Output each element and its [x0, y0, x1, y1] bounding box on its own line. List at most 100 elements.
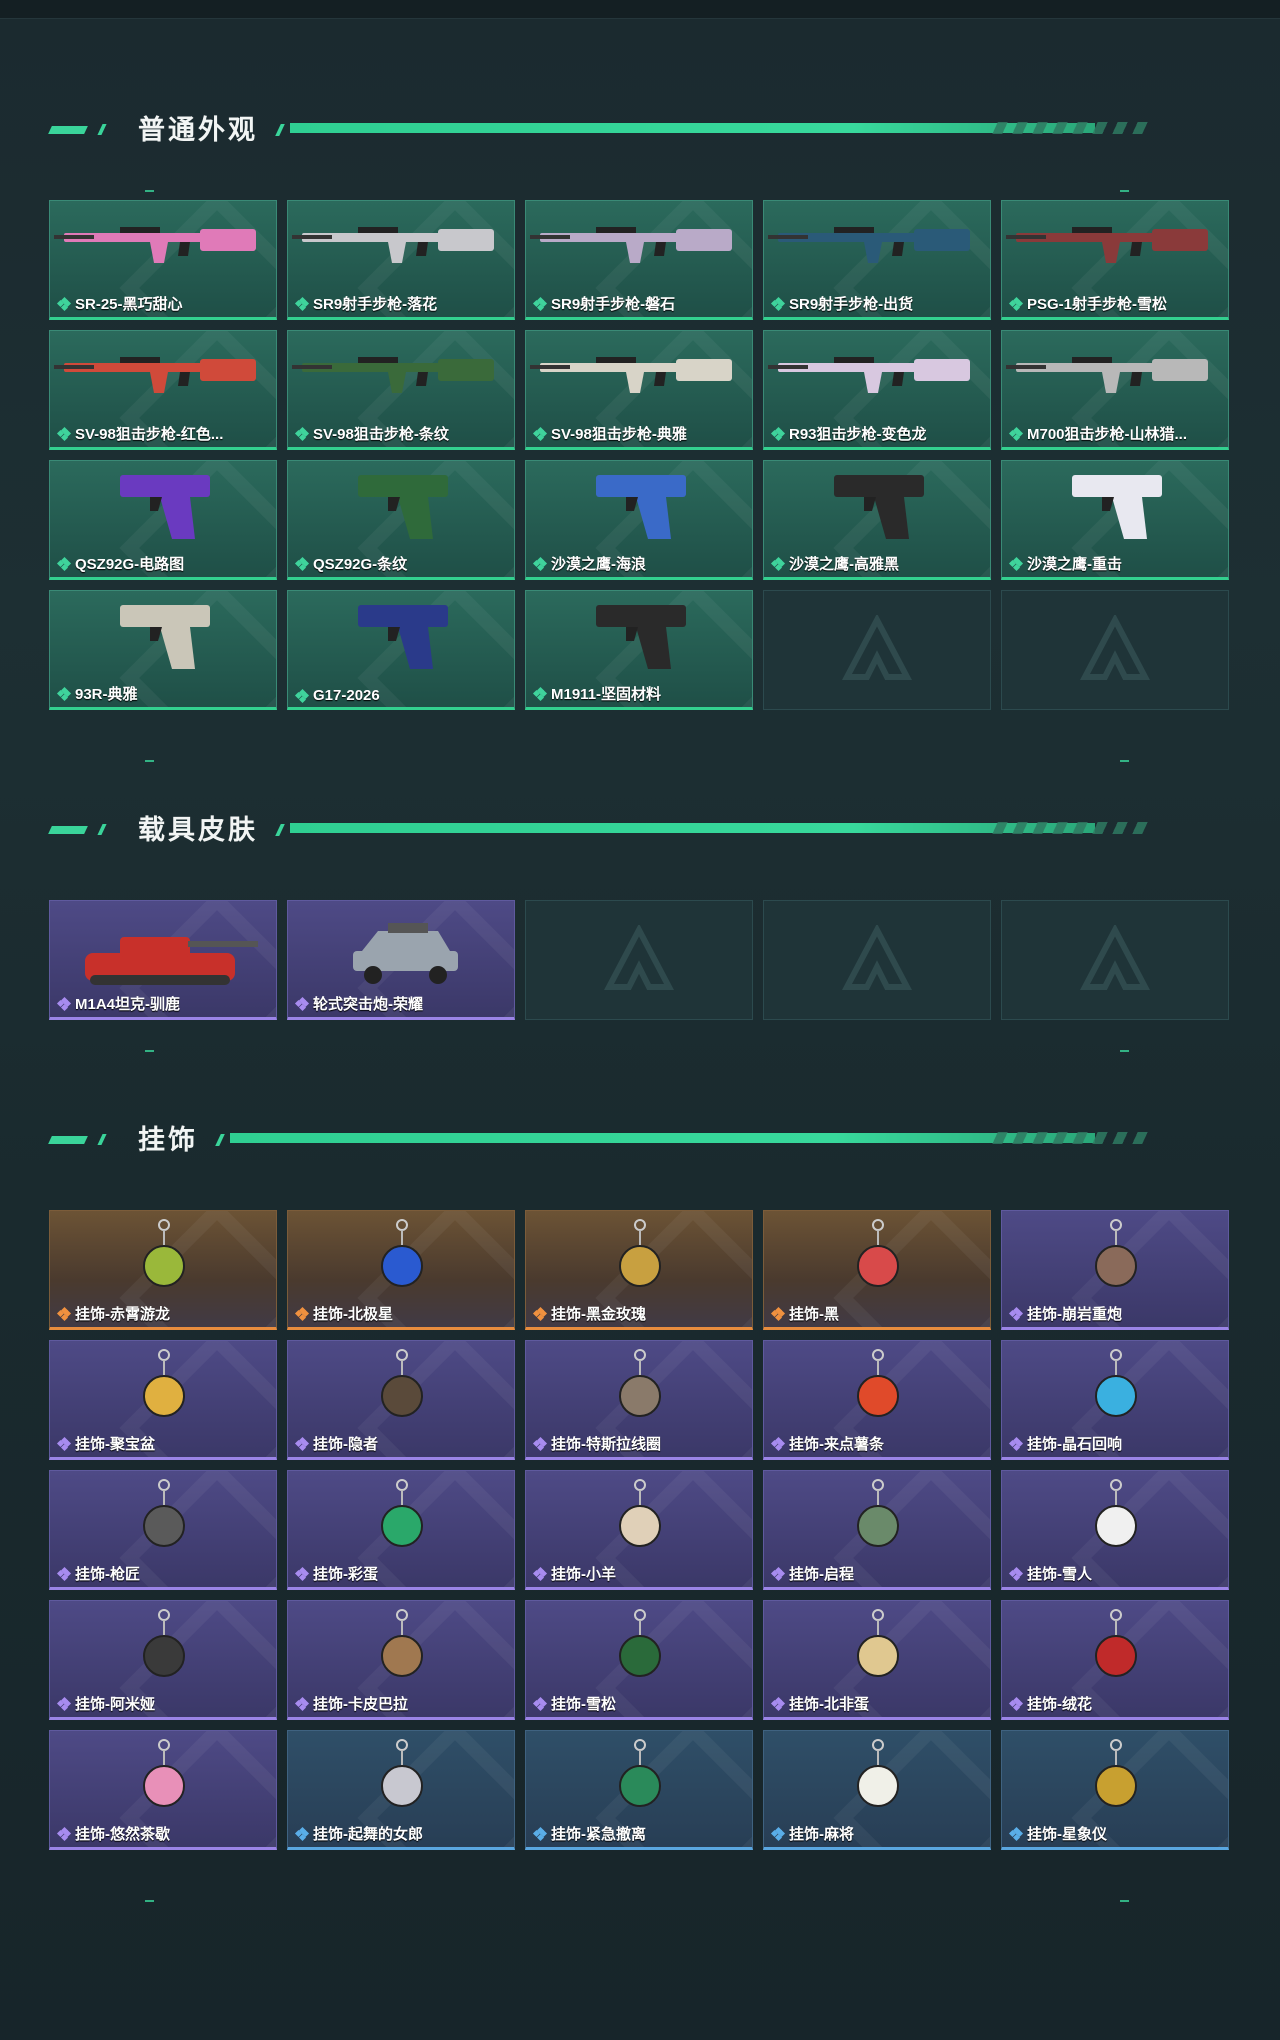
item-card[interactable]: M700狙击步枪-山林猎...: [1001, 330, 1229, 450]
rarity-diamond-icon: [56, 686, 72, 701]
item-card[interactable]: 挂饰-雪人: [1001, 1470, 1229, 1590]
section-header: 载具皮肤: [48, 810, 1200, 850]
rarity-diamond-icon: [532, 1306, 548, 1321]
item-label-row: 挂饰-赤霄游龙: [56, 1303, 170, 1324]
item-card[interactable]: 挂饰-枪匠: [49, 1470, 277, 1590]
item-card[interactable]: 挂饰-绒花: [1001, 1600, 1229, 1720]
item-label-row: SR9射手步枪-落花: [294, 293, 438, 314]
rarity-diamond-icon: [532, 1566, 548, 1581]
item-card[interactable]: M1911-坚固材料: [525, 590, 753, 710]
header-bar: [290, 823, 1095, 833]
rarity-diamond-icon: [532, 426, 548, 441]
item-card[interactable]: QSZ92G-条纹: [287, 460, 515, 580]
item-card[interactable]: 挂饰-黑金玫瑰: [525, 1210, 753, 1330]
item-card[interactable]: G17-2026: [287, 590, 515, 710]
empty-slot: [1001, 590, 1229, 710]
item-card[interactable]: 沙漠之鹰-重击: [1001, 460, 1229, 580]
item-name: SR9射手步枪-落花: [313, 296, 438, 313]
item-label-row: 沙漠之鹰-重击: [1008, 553, 1122, 574]
item-name: 挂饰-彩蛋: [313, 1566, 378, 1583]
item-card[interactable]: 挂饰-阿米娅: [49, 1600, 277, 1720]
header-divider: [215, 1134, 225, 1146]
header-accent: [48, 826, 88, 834]
item-card[interactable]: 挂饰-隐者: [287, 1340, 515, 1460]
item-card[interactable]: 挂饰-启程: [763, 1470, 991, 1590]
item-label-row: 挂饰-绒花: [1008, 1693, 1092, 1714]
item-card[interactable]: SR-25-黑巧甜心: [49, 200, 277, 320]
rarity-diamond-icon: [1008, 1696, 1024, 1711]
item-label-row: 挂饰-雪人: [1008, 1563, 1092, 1584]
item-label-row: 挂饰-聚宝盆: [56, 1433, 155, 1454]
item-card[interactable]: QSZ92G-电路图: [49, 460, 277, 580]
item-card[interactable]: 挂饰-聚宝盆: [49, 1340, 277, 1460]
item-card[interactable]: R93狙击步枪-变色龙: [763, 330, 991, 450]
item-card[interactable]: 挂饰-卡皮巴拉: [287, 1600, 515, 1720]
item-label-row: SV-98狙击步枪-典雅: [532, 423, 687, 444]
top-bar: [0, 0, 1280, 19]
item-label-row: 轮式突击炮-荣耀: [294, 993, 423, 1014]
rarity-diamond-icon: [56, 1566, 72, 1581]
rarity-diamond-icon: [532, 1436, 548, 1451]
item-card[interactable]: 挂饰-黑: [763, 1210, 991, 1330]
item-label-row: G17-2026: [294, 687, 380, 704]
item-card[interactable]: 挂饰-彩蛋: [287, 1470, 515, 1590]
item-name: SV-98狙击步枪-典雅: [551, 426, 687, 443]
item-card[interactable]: 93R-典雅: [49, 590, 277, 710]
item-name: 挂饰-悠然茶歇: [75, 1826, 170, 1843]
item-label-row: 挂饰-彩蛋: [294, 1563, 378, 1584]
item-card[interactable]: 挂饰-紧急撤离: [525, 1730, 753, 1850]
rarity-diamond-icon: [1008, 296, 1024, 311]
item-name: 挂饰-黑金玫瑰: [551, 1306, 646, 1323]
item-card[interactable]: 挂饰-晶石回响: [1001, 1340, 1229, 1460]
item-card[interactable]: SR9射手步枪-落花: [287, 200, 515, 320]
item-card[interactable]: 挂饰-星象仪: [1001, 1730, 1229, 1850]
empty-slot: [525, 900, 753, 1020]
item-card[interactable]: 挂饰-雪松: [525, 1600, 753, 1720]
item-card[interactable]: SV-98狙击步枪-条纹: [287, 330, 515, 450]
item-name: 挂饰-紧急撤离: [551, 1826, 646, 1843]
item-name: SR-25-黑巧甜心: [75, 296, 183, 313]
item-card[interactable]: SV-98狙击步枪-红色...: [49, 330, 277, 450]
item-card[interactable]: 挂饰-麻将: [763, 1730, 991, 1850]
item-name: 挂饰-起舞的女郎: [313, 1826, 423, 1843]
rarity-diamond-icon: [770, 556, 786, 571]
item-name: 挂饰-枪匠: [75, 1566, 140, 1583]
item-name: 挂饰-特斯拉线圈: [551, 1436, 661, 1453]
rarity-diamond-icon: [770, 1566, 786, 1581]
rarity-diamond-icon: [1008, 556, 1024, 571]
item-name: 挂饰-聚宝盆: [75, 1436, 155, 1453]
item-card[interactable]: PSG-1射手步枪-雪松: [1001, 200, 1229, 320]
rarity-diamond-icon: [294, 296, 310, 311]
item-card[interactable]: 挂饰-小羊: [525, 1470, 753, 1590]
item-card[interactable]: 挂饰-起舞的女郎: [287, 1730, 515, 1850]
item-label-row: 挂饰-枪匠: [56, 1563, 140, 1584]
item-name: M1A4坦克-驯鹿: [75, 996, 181, 1013]
item-card[interactable]: 沙漠之鹰-海浪: [525, 460, 753, 580]
item-card[interactable]: SR9射手步枪-磐石: [525, 200, 753, 320]
empty-slot: [1001, 900, 1229, 1020]
item-card[interactable]: M1A4坦克-驯鹿: [49, 900, 277, 1020]
rarity-diamond-icon: [770, 1306, 786, 1321]
item-grid: SR-25-黑巧甜心 SR9射手步枪-落花 SR9射手步枪-磐石 SR9射手步枪…: [49, 200, 1229, 710]
corner-tick: [145, 1900, 154, 1902]
item-label-row: 挂饰-晶石回响: [1008, 1433, 1122, 1454]
item-card[interactable]: 挂饰-悠然茶歇: [49, 1730, 277, 1850]
item-card[interactable]: SR9射手步枪-出货: [763, 200, 991, 320]
item-card[interactable]: 挂饰-北非蛋: [763, 1600, 991, 1720]
item-card[interactable]: 挂饰-北极星: [287, 1210, 515, 1330]
item-card[interactable]: 轮式突击炮-荣耀: [287, 900, 515, 1020]
item-label-row: 挂饰-小羊: [532, 1563, 616, 1584]
item-card[interactable]: 沙漠之鹰-高雅黑: [763, 460, 991, 580]
rarity-diamond-icon: [532, 686, 548, 701]
item-name: M700狙击步枪-山林猎...: [1027, 426, 1188, 443]
item-name: SV-98狙击步枪-红色...: [75, 426, 224, 443]
item-card[interactable]: 挂饰-赤霄游龙: [49, 1210, 277, 1330]
rarity-diamond-icon: [1008, 1306, 1024, 1321]
header-checker-pattern: [992, 822, 1148, 834]
item-label-row: 挂饰-悠然茶歇: [56, 1823, 170, 1844]
item-card[interactable]: 挂饰-崩岩重炮: [1001, 1210, 1229, 1330]
item-card[interactable]: SV-98狙击步枪-典雅: [525, 330, 753, 450]
item-card[interactable]: 挂饰-来点薯条: [763, 1340, 991, 1460]
item-name: 沙漠之鹰-重击: [1027, 556, 1122, 573]
item-card[interactable]: 挂饰-特斯拉线圈: [525, 1340, 753, 1460]
